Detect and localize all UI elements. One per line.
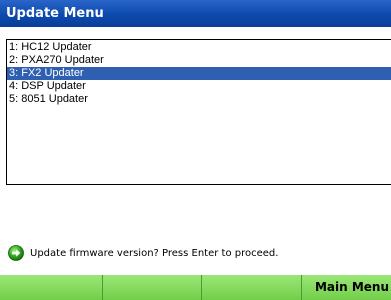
softkey-bar: Main Menu bbox=[0, 275, 391, 300]
list-item-8051-updater[interactable]: 5: 8051 Updater bbox=[7, 93, 391, 106]
list-item-hc12-updater[interactable]: 1: HC12 Updater bbox=[7, 41, 391, 54]
list-item-dsp-updater[interactable]: 4: DSP Updater bbox=[7, 80, 391, 93]
window-title-bar: Update Menu bbox=[0, 0, 391, 27]
status-text: Update firmware version? Press Enter to … bbox=[30, 247, 279, 259]
main-menu-button[interactable]: Main Menu bbox=[302, 275, 391, 300]
green-arrow-right-icon bbox=[8, 245, 24, 261]
list-item-pxa270-updater[interactable]: 2: PXA270 Updater bbox=[7, 54, 391, 67]
softkey-1[interactable] bbox=[0, 275, 103, 300]
softkey-2[interactable] bbox=[103, 275, 202, 300]
updater-list[interactable]: 1: HC12 Updater 2: PXA270 Updater 3: FX2… bbox=[6, 39, 391, 185]
softkey-3[interactable] bbox=[202, 275, 302, 300]
list-item-fx2-updater[interactable]: 3: FX2 Updater bbox=[7, 67, 391, 80]
window-title: Update Menu bbox=[6, 6, 104, 21]
status-message: Update firmware version? Press Enter to … bbox=[8, 243, 278, 263]
